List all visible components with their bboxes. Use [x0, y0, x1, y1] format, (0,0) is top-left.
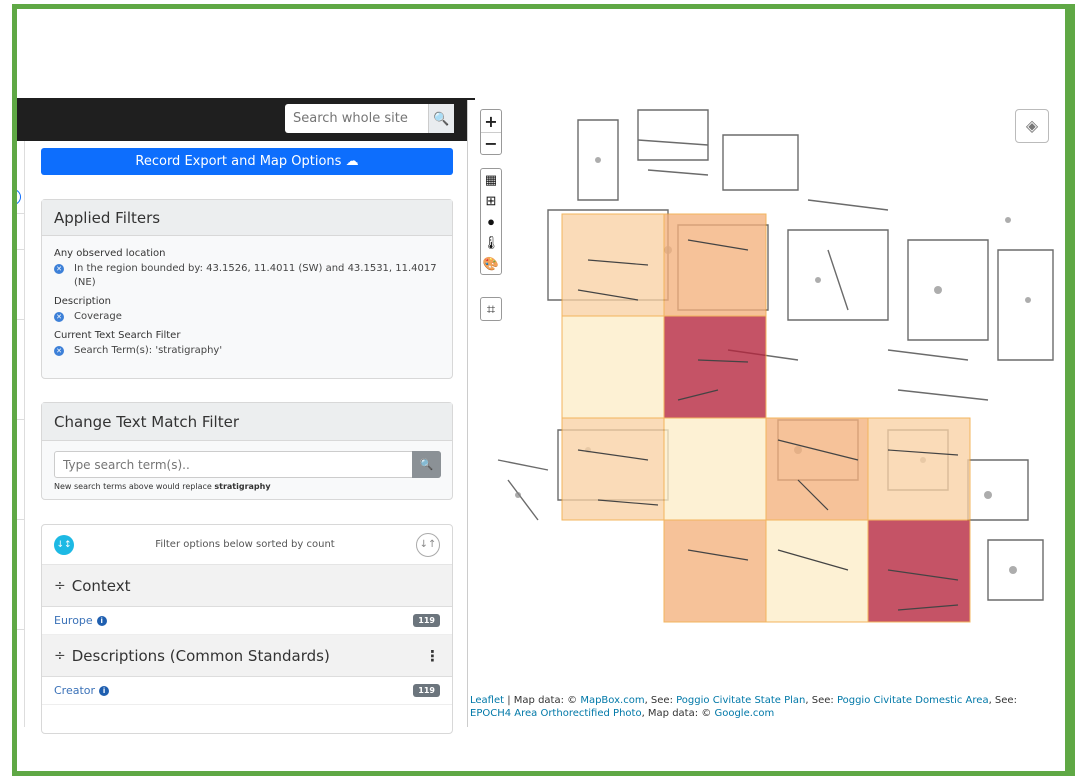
- domestic-area-link[interactable]: Poggio Civitate Domestic Area: [837, 695, 989, 706]
- cloud-download-icon: ☁: [345, 154, 359, 169]
- circle-toggle-icon[interactable]: [17, 189, 21, 205]
- applied-filters-card: Applied Filters Any observed location ✕ I…: [41, 199, 453, 379]
- record-export-button[interactable]: Record Export and Map Options ☁: [41, 148, 453, 175]
- facet-section-descriptions[interactable]: ÷ Descriptions (Common Standards) ⋮: [42, 635, 452, 677]
- facet-item[interactable]: Creator i 119: [42, 677, 452, 705]
- attribution-text: | Map data: ©: [504, 695, 581, 706]
- state-plan-link[interactable]: Poggio Civitate State Plan: [676, 695, 805, 706]
- facet-section-title: Descriptions (Common Standards): [71, 646, 330, 665]
- filter-value: Search Term(s): 'stratigraphy': [74, 345, 223, 356]
- site-search-input[interactable]: [285, 111, 425, 126]
- filter-value: In the region bounded by: 43.1526, 11.40…: [74, 263, 437, 288]
- filter-group-text-search: Current Text Search Filter ✕ Search Term(…: [54, 330, 440, 358]
- grid-coarse-icon[interactable]: ⊞: [481, 190, 501, 211]
- replace-note-term: stratigraphy: [214, 482, 271, 491]
- facet-item[interactable]: Europe i 119: [42, 607, 452, 635]
- attribution-text: , See:: [644, 695, 677, 706]
- applied-filters-title: Applied Filters: [42, 200, 452, 236]
- remove-filter-icon[interactable]: ✕: [54, 346, 64, 356]
- filter-value: Coverage: [74, 311, 122, 322]
- search-icon[interactable]: 🔍: [412, 451, 441, 478]
- screenshot-frame: 🔍 Record Export and Map Options ☁ Applie…: [12, 4, 1075, 776]
- filter-group-title: Description: [54, 296, 111, 307]
- mapbox-link[interactable]: MapBox.com: [580, 695, 644, 706]
- divider: [17, 419, 25, 420]
- facet-count-badge: 119: [413, 684, 440, 697]
- facet-section-title: Context: [71, 576, 131, 595]
- filter-group-title: Any observed location: [54, 248, 166, 259]
- crop-icon[interactable]: ⌗: [480, 297, 502, 321]
- sort-alphabetical-icon[interactable]: ↓↑: [416, 532, 440, 557]
- export-button-label: Record Export and Map Options: [135, 154, 342, 169]
- facet-section-context[interactable]: ÷ Context: [42, 565, 452, 607]
- left-results-strip: [17, 141, 25, 727]
- zoom-in-button[interactable]: +: [481, 110, 501, 132]
- epoch4-link[interactable]: EPOCH4 Area Orthorectified Photo: [470, 708, 642, 719]
- search-icon[interactable]: 🔍: [428, 104, 454, 133]
- remove-filter-icon[interactable]: ✕: [54, 264, 64, 274]
- map-view[interactable]: + − ▦ ⊞ ● 🌡 🎨 ⌗ ◈ Leaflet | Map data: © …: [467, 100, 1059, 727]
- sort-row: ↓↕ Filter options below sorted by count …: [42, 525, 452, 565]
- divider: [17, 519, 25, 520]
- divider: [17, 249, 25, 250]
- expand-collapse-icon: ÷: [54, 577, 66, 594]
- attribution-text: , See:: [988, 695, 1017, 706]
- replace-note: New search terms above would replace str…: [54, 482, 271, 491]
- map-tool-control: ▦ ⊞ ● 🌡 🎨: [480, 168, 502, 275]
- filter-group-title: Current Text Search Filter: [54, 330, 181, 341]
- facet-item-label: Europe: [54, 614, 93, 627]
- text-search-box: 🔍: [54, 451, 441, 478]
- filter-group-location: Any observed location ✕ In the region bou…: [54, 248, 440, 290]
- filter-group-description: Description ✕ Coverage: [54, 296, 440, 324]
- more-options-icon[interactable]: ⋮: [425, 647, 440, 665]
- info-icon[interactable]: i: [99, 685, 110, 696]
- text-match-filter-title: Change Text Match Filter: [42, 403, 452, 441]
- facet-item-label: Creator: [54, 684, 96, 697]
- divider: [17, 629, 25, 630]
- sort-label: Filter options below sorted by count: [155, 539, 335, 550]
- zoom-out-button[interactable]: −: [481, 132, 501, 154]
- facet-options-card: ↓↕ Filter options below sorted by count …: [41, 524, 453, 734]
- map-attribution: Leaflet | Map data: © MapBox.com, See: P…: [468, 694, 1059, 720]
- palette-icon[interactable]: 🎨: [481, 253, 501, 274]
- attribution-text: , Map data: ©: [641, 708, 715, 719]
- sort-by-count-icon[interactable]: ↓↕: [54, 534, 74, 555]
- divider: [17, 213, 25, 214]
- thermometer-icon[interactable]: 🌡: [481, 232, 501, 253]
- remove-filter-icon[interactable]: ✕: [54, 312, 64, 322]
- text-search-input[interactable]: [55, 452, 405, 477]
- replace-note-text: New search terms above would replace: [54, 482, 215, 491]
- facet-count-badge: 119: [413, 614, 440, 627]
- google-link[interactable]: Google.com: [714, 708, 774, 719]
- expand-collapse-icon: ÷: [54, 647, 66, 664]
- top-navbar: 🔍: [17, 98, 475, 141]
- attribution-text: , See:: [805, 695, 837, 706]
- leaflet-link[interactable]: Leaflet: [470, 695, 504, 706]
- zoom-control: + −: [480, 109, 502, 155]
- info-icon[interactable]: i: [96, 615, 107, 626]
- divider: [17, 319, 25, 320]
- site-plan-map[interactable]: [468, 100, 1059, 727]
- site-search: 🔍: [285, 104, 454, 133]
- text-match-filter-card: Change Text Match Filter 🔍 New search te…: [41, 402, 453, 500]
- grid-fine-icon[interactable]: ▦: [481, 169, 501, 190]
- circle-icon[interactable]: ●: [481, 211, 501, 232]
- layers-icon[interactable]: ◈: [1015, 109, 1049, 143]
